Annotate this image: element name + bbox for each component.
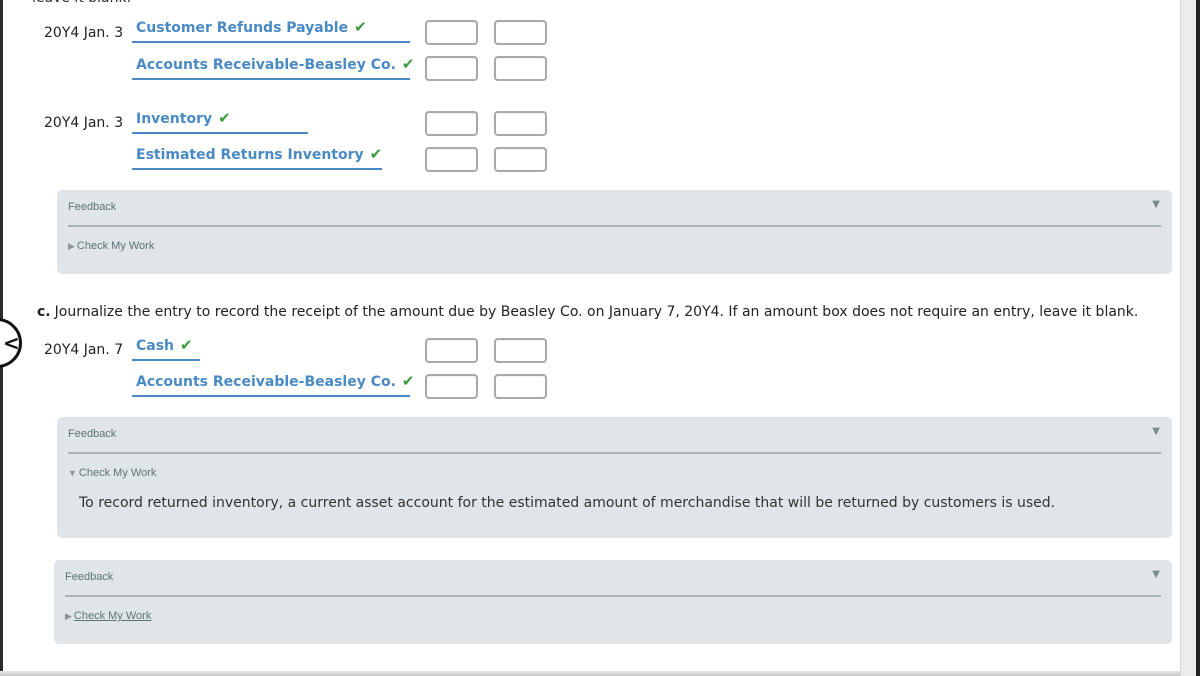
chevron-left-icon: < [3,331,20,355]
debit-amount-input[interactable] [425,374,478,399]
part-letter: c. [37,304,51,320]
check-icon: ✔ [401,55,415,73]
account-name: Cash [136,338,175,354]
feedback-divider [65,595,1161,597]
previous-instruction-tail: leave it blank. [32,0,131,6]
credit-amount-input[interactable] [494,374,547,399]
feedback-panel: Feedback ▼ ▼ Check My Work To record retu… [57,417,1172,538]
credit-amount-input[interactable] [494,20,547,45]
account-select[interactable]: Customer Refunds Payable ✔ [132,17,410,43]
feedback-label: Feedback [68,428,117,440]
credit-amount-input[interactable] [494,111,547,136]
entry-date: 20Y4 Jan. 7 [44,342,124,358]
feedback-panel: Feedback ▼ ▶ Check My Work [54,560,1172,644]
back-button[interactable]: < [0,318,22,368]
collapse-triangle-icon[interactable]: ▼ [1152,199,1160,210]
triangle-down-icon: ▼ [68,468,77,478]
account-select[interactable]: Accounts Receivable-Beasley Co. ✔ [132,54,414,80]
part-c-instruction: c. Journalize the entry to record the rec… [37,304,1138,320]
check-icon: ✔ [369,145,383,163]
credit-amount-input[interactable] [494,56,547,81]
check-my-work-toggle[interactable]: ▼ Check My Work [68,467,156,479]
triangle-right-icon: ▶ [68,241,75,251]
feedback-label: Feedback [65,571,114,583]
credit-amount-input[interactable] [494,338,547,363]
debit-amount-input[interactable] [425,147,478,172]
feedback-divider [68,452,1161,454]
account-select[interactable]: Accounts Receivable-Beasley Co. ✔ [132,371,414,397]
feedback-explanation: To record returned inventory, a current … [79,495,1056,511]
collapse-triangle-icon[interactable]: ▼ [1152,426,1160,437]
account-name: Accounts Receivable-Beasley Co. [136,57,396,73]
account-name: Customer Refunds Payable [136,20,349,36]
debit-amount-input[interactable] [425,56,478,81]
check-my-work-link[interactable]: ▶ Check My Work [65,610,151,622]
check-icon: ✔ [218,109,231,127]
account-select[interactable]: Estimated Returns Inventory ✔ [132,144,382,170]
account-name: Inventory [136,111,213,127]
collapse-triangle-icon[interactable]: ▼ [1152,569,1160,580]
feedback-panel: Feedback ▼ ▶ Check My Work [57,190,1172,274]
debit-amount-input[interactable] [425,20,478,45]
credit-amount-input[interactable] [494,147,547,172]
account-select[interactable]: Inventory ✔ [132,108,308,134]
bottom-edge [0,671,1180,676]
entry-date: 20Y4 Jan. 3 [44,25,124,41]
window-right-border [1196,0,1200,676]
instruction-text: Journalize the entry to record the recei… [54,304,1139,320]
debit-amount-input[interactable] [425,111,478,136]
debit-amount-input[interactable] [425,338,478,363]
account-name: Accounts Receivable-Beasley Co. [136,374,396,390]
account-name: Estimated Returns Inventory [136,147,364,163]
check-icon: ✔ [354,18,367,36]
check-icon: ✔ [401,372,415,390]
feedback-divider [68,225,1161,227]
entry-date: 20Y4 Jan. 3 [44,115,124,131]
feedback-label: Feedback [68,201,117,213]
check-icon: ✔ [180,336,193,354]
vertical-scrollbar[interactable] [1180,0,1196,676]
triangle-right-icon: ▶ [65,611,72,621]
check-my-work-toggle[interactable]: ▶ Check My Work [68,240,154,252]
account-select[interactable]: Cash ✔ [132,335,200,361]
